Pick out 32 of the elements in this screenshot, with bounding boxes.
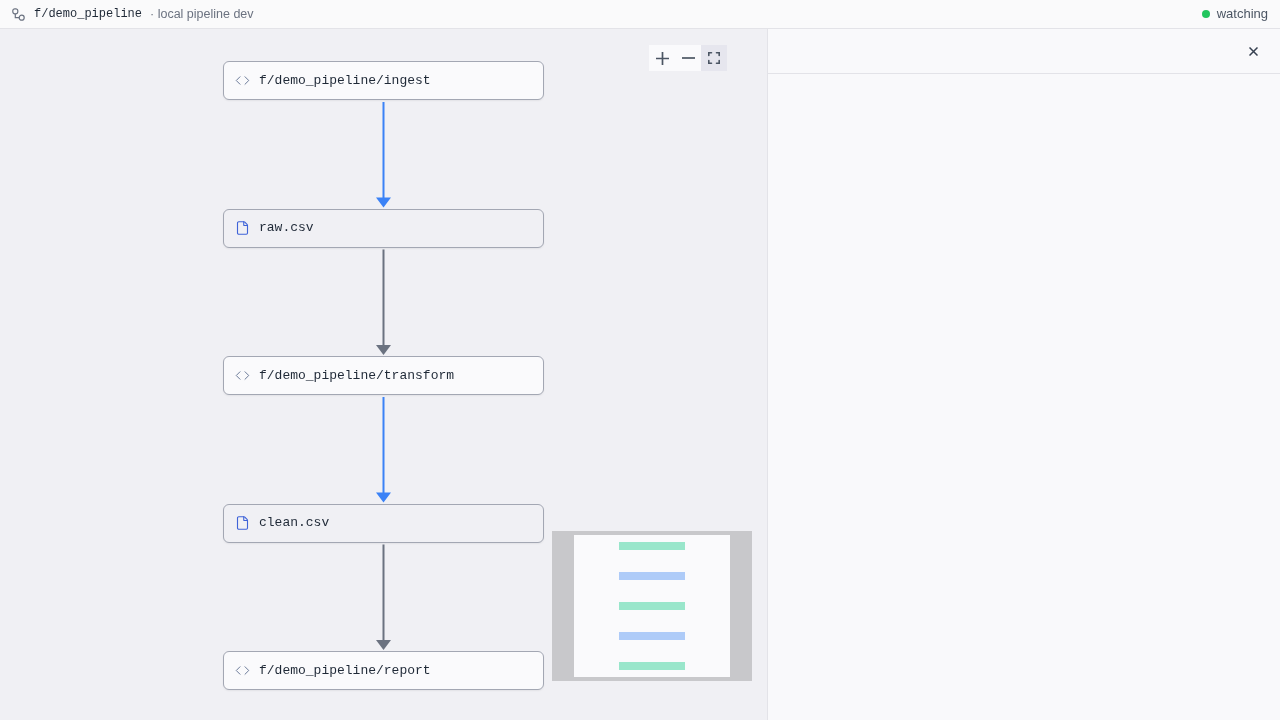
pipeline-node[interactable]: f/demo_pipeline/ingest bbox=[223, 61, 544, 100]
file-icon bbox=[235, 220, 250, 236]
node-label: f/demo_pipeline/transform bbox=[259, 366, 455, 385]
plus-icon bbox=[655, 51, 669, 65]
zoom-control-button[interactable] bbox=[675, 45, 701, 71]
zoom-control-button[interactable] bbox=[649, 45, 675, 71]
close-button[interactable] bbox=[1247, 45, 1259, 57]
code-icon bbox=[235, 73, 250, 88]
minimap-node bbox=[619, 572, 685, 580]
pipeline-node[interactable]: raw.csv bbox=[223, 208, 544, 248]
pipeline-node[interactable]: f/demo_pipeline/report bbox=[223, 651, 544, 690]
pipeline-node[interactable]: f/demo_pipeline/transform bbox=[223, 356, 544, 395]
code-icon bbox=[235, 368, 250, 383]
minimap-node bbox=[619, 602, 685, 610]
node-label: f/demo_pipeline/ingest bbox=[259, 71, 431, 90]
zoom-control-button[interactable] bbox=[701, 45, 727, 71]
pipeline-node[interactable]: clean.csv bbox=[223, 503, 544, 543]
minimap-node bbox=[619, 632, 685, 640]
pipeline-subtitle: · local pipeline dev bbox=[150, 5, 254, 23]
node-label: raw.csv bbox=[259, 219, 314, 238]
fullscreen-icon bbox=[708, 52, 720, 64]
status-label: watching bbox=[1216, 5, 1268, 24]
minimap-node bbox=[619, 542, 685, 550]
minimap-node bbox=[619, 662, 685, 670]
code-icon bbox=[235, 663, 250, 678]
pipeline-title: f/demo_pipeline bbox=[34, 6, 143, 23]
close-icon bbox=[1248, 46, 1258, 56]
minus-icon bbox=[681, 57, 695, 59]
node-label: f/demo_pipeline/report bbox=[259, 661, 431, 680]
file-icon bbox=[235, 515, 250, 531]
node-label: clean.csv bbox=[259, 514, 330, 533]
nodes-icon bbox=[12, 7, 25, 21]
